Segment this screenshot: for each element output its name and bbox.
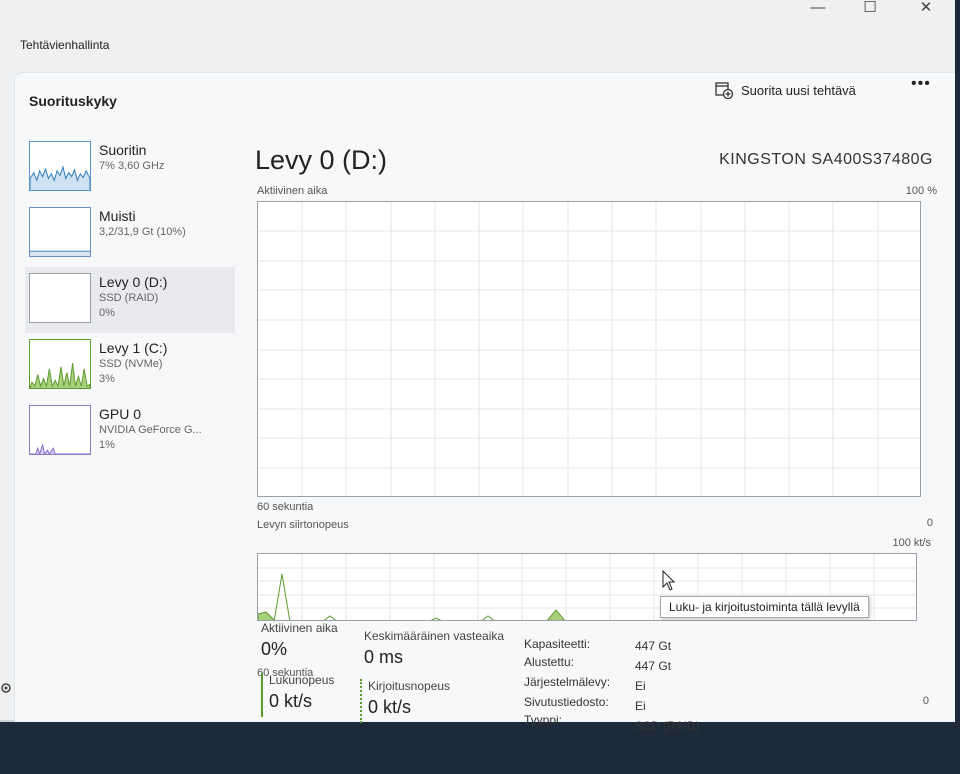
active-time-stat-label: Aktiivinen aika — [261, 621, 338, 635]
detail-key: Alustettu: — [524, 655, 575, 669]
detail-value: Ei — [635, 699, 646, 713]
sidebar-item-label: Levy 1 (C:) — [99, 340, 168, 356]
sidebar-item-disk1[interactable]: Levy 1 (C:) SSD (NVMe) 3% — [25, 333, 235, 399]
task-manager-window: Tehtävienhallinta — ☐ ✕ Suorituskyky Suo… — [0, 0, 955, 733]
maximize-button[interactable]: ☐ — [850, 0, 890, 20]
active-time-graph-min: 0 — [926, 517, 933, 529]
title-bar: Tehtävienhallinta — ☐ ✕ — [0, 0, 955, 60]
more-options-button[interactable]: ••• — [911, 75, 931, 93]
gpu-thumbnail-graph — [29, 405, 91, 455]
page-title: Levy 0 (D:) — [255, 145, 388, 175]
detail-value: 447 Gt — [635, 659, 672, 673]
run-new-task-button[interactable]: Suorita uusi tehtävä — [715, 77, 856, 103]
close-button[interactable]: ✕ — [906, 0, 946, 20]
active-time-graph — [257, 201, 921, 497]
sidebar-item-detail: NVIDIA GeForce G... — [99, 424, 202, 436]
read-speed-label: Lukunopeus — [269, 673, 335, 687]
mouse-cursor-icon — [662, 570, 676, 591]
section-title: Suorituskyky — [29, 93, 117, 109]
sidebar-item-label: Muisti — [99, 208, 136, 224]
active-time-stat-value: 0% — [261, 639, 288, 659]
active-time-graph-duration: 60 sekuntia — [257, 501, 314, 513]
detail-value: Ei — [635, 679, 646, 693]
disk-detail-view: Levy 0 (D:) KINGSTON SA400S37480G Aktiiv… — [255, 135, 945, 715]
write-speed-value: 0 kt/s — [368, 697, 412, 717]
app-title: Tehtävienhallinta — [20, 38, 110, 52]
response-time-value: 0 ms — [364, 647, 404, 667]
detail-key: Tyyppi: — [524, 713, 563, 727]
detail-value: SSD (RAID) — [635, 719, 700, 733]
settings-gear-icon[interactable] — [0, 682, 12, 694]
detail-key: Sivutustiedosto: — [524, 695, 609, 709]
sidebar-item-detail: 3,2/31,9 Gt (10%) — [99, 226, 186, 238]
transfer-graph-min: 0 — [922, 695, 929, 707]
performance-panel: Suorituskyky Suorita uusi tehtävä ••• Su… — [14, 72, 955, 733]
active-time-grid — [258, 202, 920, 496]
active-time-graph-label: Aktiivinen aika — [257, 185, 328, 197]
sidebar-item-usage: 0% — [99, 307, 115, 319]
cpu-thumbnail-graph — [29, 141, 91, 191]
response-time-label: Keskimääräinen vasteaika — [364, 629, 505, 643]
run-task-label: Suorita uusi tehtävä — [741, 82, 856, 98]
minimize-button[interactable]: — — [798, 0, 838, 20]
detail-key: Järjestelmälevy: — [524, 675, 611, 689]
sidebar-item-usage: 3% — [99, 373, 115, 385]
transfer-graph-label: Levyn siirtonopeus — [257, 519, 349, 531]
write-speed-label: Kirjoitusnopeus — [368, 679, 451, 693]
write-speed-block: Kirjoitusnopeus 0 kt/s — [360, 679, 450, 723]
sidebar-item-memory[interactable]: Muisti 3,2/31,9 Gt (10%) — [25, 201, 235, 267]
disk-model: KINGSTON SA400S37480G — [719, 151, 933, 168]
sidebar-item-detail: 7% 3,60 GHz — [99, 160, 165, 172]
transfer-graph-max: 100 kt/s — [892, 537, 931, 549]
disk1-thumbnail-graph — [29, 339, 91, 389]
sidebar-item-cpu[interactable]: Suoritin 7% 3,60 GHz — [25, 135, 235, 201]
sidebar-item-label: Levy 0 (D:) — [99, 274, 168, 290]
sidebar-item-disk0[interactable]: Levy 0 (D:) SSD (RAID) 0% — [25, 267, 235, 333]
sidebar-item-label: GPU 0 — [99, 406, 142, 422]
sidebar-item-label: Suoritin — [99, 142, 147, 158]
graph-tooltip: Luku- ja kirjoitustoiminta tällä levyllä — [660, 596, 869, 618]
sidebar-item-gpu[interactable]: GPU 0 NVIDIA GeForce G... 1% — [25, 399, 235, 465]
sidebar-item-usage: 1% — [99, 439, 115, 451]
detail-value: 447 Gt — [635, 639, 672, 653]
read-speed-block: Lukunopeus 0 kt/s — [261, 673, 334, 717]
sidebar-item-detail: SSD (RAID) — [99, 292, 159, 304]
run-task-icon — [715, 82, 733, 99]
active-time-graph-max: 100 % — [905, 185, 937, 197]
read-speed-value: 0 kt/s — [269, 691, 313, 711]
memory-thumbnail-graph — [29, 207, 91, 257]
sidebar-item-detail: SSD (NVMe) — [99, 358, 163, 370]
resource-sidebar: Suoritin 7% 3,60 GHz Muisti 3,2/31,9 Gt … — [25, 135, 235, 465]
panel-header: Suorituskyky Suorita uusi tehtävä ••• — [15, 73, 955, 125]
disk0-thumbnail-graph — [29, 273, 91, 323]
detail-key: Kapasiteetti: — [524, 637, 591, 651]
